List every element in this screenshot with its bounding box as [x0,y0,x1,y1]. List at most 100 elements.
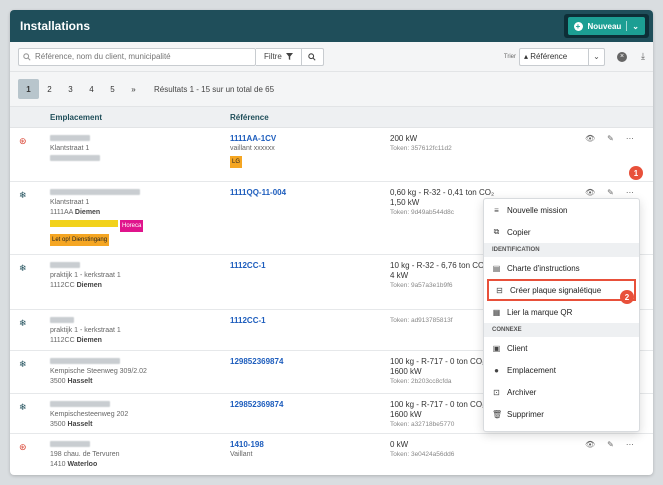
chevron-down-icon: ⌄ [588,48,604,65]
aircon-icon: ❄ [19,263,27,273]
reference-link[interactable]: 1112CC-1 [230,261,390,271]
city: Hasselt [67,421,93,428]
menu-client[interactable]: ▣ Client [484,337,639,359]
redacted-name [50,189,140,196]
more-icon[interactable]: ⋯ [626,440,634,449]
reference-link[interactable]: 1111AA-1CV [230,134,390,144]
pencil-icon[interactable]: ✎ [607,134,614,143]
results-count: Résultats 1 - 15 sur un total de 65 [154,84,275,94]
heater-icon: ⊛ [19,136,27,146]
tag-badge: Horeca [120,220,144,232]
search-input[interactable] [35,52,245,61]
archive-icon: ⊡ [493,387,500,397]
table-row[interactable]: ⊛ 198 chau. de Tervuren 1410 Waterloo 14… [10,434,653,474]
menu-delete[interactable]: 🗑 Supprimer [484,403,639,425]
address-line: Kempischesteenweg 202 [50,411,129,418]
page-2[interactable]: 2 [39,79,60,99]
menu-location[interactable]: ● Emplacement [484,359,639,381]
clear-sort-icon[interactable]: × [617,51,628,62]
plate-icon: ⊟ [496,285,503,295]
spec-power: 0 kW [390,440,409,449]
trash-icon: 🗑 [492,409,503,419]
city: Diemen [76,337,102,344]
redacted-name [50,401,110,408]
search-icon [23,52,31,61]
sort-value: Référence [530,52,568,61]
new-button[interactable]: + Nouveau ⌄ [567,17,645,35]
search-button[interactable] [301,47,324,66]
reference-subtitle: vaillant xxxxxx [230,145,275,152]
aircon-icon: ❄ [19,359,27,369]
token-text: Token: 357612fc11d2 [390,145,452,152]
eye-icon[interactable]: 👁 [585,134,595,143]
address-line: Klantstraat 1 [50,199,90,206]
redacted-name [50,135,90,142]
address-line: Klantstraat 1 [50,145,90,152]
pencil-icon[interactable]: ✎ [607,188,614,197]
page-3[interactable]: 3 [60,79,81,99]
menu-new-mission[interactable]: ≡ Nouvelle mission [484,199,639,221]
more-icon[interactable]: ⋯ [626,188,634,197]
tag-badge: Let op! Dienstingang [50,234,110,246]
aircon-icon: ❄ [19,190,27,200]
reference-link[interactable]: 129852369874 [230,400,390,410]
pencil-icon[interactable]: ✎ [607,440,614,449]
table-header: Emplacement Référence [10,106,653,128]
postcode: 3500 [50,378,66,385]
table-row[interactable]: ⊛ Klantstraat 1 1111AA-1CV vaillant xxxx… [10,128,653,182]
postcode: 1112CC [50,337,75,344]
address-line: praktijk 1 - kerkstraat 1 [50,272,121,279]
redacted-name [50,262,80,269]
redacted-city [50,155,100,162]
column-reference[interactable]: Référence [230,113,269,122]
list-icon: ≡ [494,205,499,215]
token-text: Token: 3e0424a56dd6 [390,451,455,458]
spec-refrigerant: 0,60 kg - R-32 - 0,41 ton CO₂ [390,188,495,197]
city: Waterloo [67,461,98,468]
postcode: 1112CC [50,282,75,289]
menu-create-plate[interactable]: ⊟ Créer plaque signalétique [487,279,636,301]
sort-label: Trier [503,53,517,60]
page-1[interactable]: 1 [18,79,39,99]
header-bar: Installations + Nouveau ⌄ [10,10,653,42]
column-location[interactable]: Emplacement [50,113,102,122]
reference-link[interactable]: 129852369874 [230,357,390,367]
menu-charter[interactable]: ▤ Charte d'instructions [484,257,639,279]
heater-icon: ⊛ [19,442,27,452]
eye-icon[interactable]: 👁 [585,188,595,197]
filter-label: Filtre [264,52,282,61]
aircon-icon: ❄ [19,402,27,412]
city: Diemen [74,209,101,216]
divider [626,21,628,31]
chevron-down-icon[interactable]: ⌄ [632,22,639,31]
address-line: Kempische Steenweg 309/2.02 [50,368,147,375]
sort-select[interactable]: ▴ Référence ⌄ [519,47,606,66]
city: Diemen [76,282,102,289]
menu-archive[interactable]: ⊡ Archiver [484,381,639,403]
more-icon[interactable]: ⋯ [626,134,634,143]
reference-link[interactable]: 1111QQ-11-004 [230,188,390,198]
menu-copy[interactable]: ⧉ Copier [484,221,639,243]
filter-button[interactable]: Filtre [256,47,302,66]
page-next[interactable]: » [123,79,144,99]
reference-link[interactable]: 1112CC-1 [230,316,390,326]
page-title: Installations [20,19,91,33]
export-icon[interactable]: ⤓ [641,51,645,62]
reference-link[interactable]: 1410-198 [230,440,390,450]
postcode: 1111AA [50,209,73,216]
eye-icon[interactable]: 👁 [585,440,595,449]
address-line: 198 chau. de Tervuren [50,451,120,458]
redacted-name [50,358,120,365]
menu-link-qr[interactable]: ▦ Lier la marque QR [484,301,639,323]
tag-badge: LG [230,156,243,168]
page-4[interactable]: 4 [81,79,102,99]
reference-subtitle: Vaillant [230,451,253,458]
search-field[interactable] [18,47,256,66]
menu-section-identification: IDENTIFICATION [484,243,639,257]
postcode: 3500 [50,421,66,428]
redacted-name [50,317,74,324]
user-icon: ▣ [492,343,501,353]
page-5[interactable]: 5 [102,79,123,99]
pagination: 1 2 3 4 5 » Résultats 1 - 15 sur un tota… [10,72,653,106]
funnel-icon [285,53,293,60]
